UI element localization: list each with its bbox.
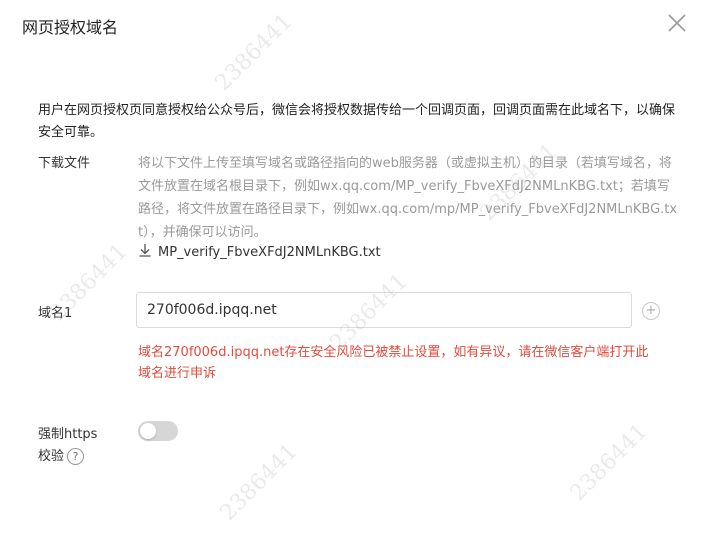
domain-input[interactable] <box>136 292 632 328</box>
close-icon[interactable] <box>664 10 690 36</box>
watermark: 2386441 <box>565 419 653 506</box>
question-icon[interactable]: ? <box>67 448 85 465</box>
plus-icon[interactable]: + <box>642 302 660 320</box>
https-toggle[interactable] <box>138 421 178 441</box>
domain-label: 域名1 <box>38 306 73 321</box>
toggle-knob <box>140 423 156 439</box>
download-description: 将以下文件上传至填写域名或路径指向的web服务器（或虚拟主机）的目录（若填写域名… <box>138 156 678 240</box>
download-label: 下载文件 <box>38 156 91 171</box>
https-label: 强制https 校验? <box>38 424 97 468</box>
dialog-title: 网页授权域名 <box>22 18 119 37</box>
download-icon <box>138 243 152 261</box>
https-label-line2: 校验 <box>38 449 65 464</box>
download-file-name: MP_verify_FbveXFdJ2NMLnKBG.txt <box>158 244 381 260</box>
domain-error-message: 域名270f006d.ipqq.net存在安全风险已被禁止设置，如有异议，请在微… <box>138 345 649 381</box>
https-label-line1: 强制https <box>38 427 98 442</box>
watermark: 2386441 <box>215 439 303 526</box>
watermark: 2386441 <box>210 9 298 96</box>
intro-text: 用户在网页授权页同意授权给公众号后，微信会将授权数据传给一个回调页面，回调页面需… <box>38 103 676 140</box>
auth-domain-dialog: 网页授权域名 用户在网页授权页同意授权给公众号后，微信会将授权数据传给一个回调页… <box>0 0 706 538</box>
download-file-link[interactable]: MP_verify_FbveXFdJ2NMLnKBG.txt <box>138 243 381 261</box>
